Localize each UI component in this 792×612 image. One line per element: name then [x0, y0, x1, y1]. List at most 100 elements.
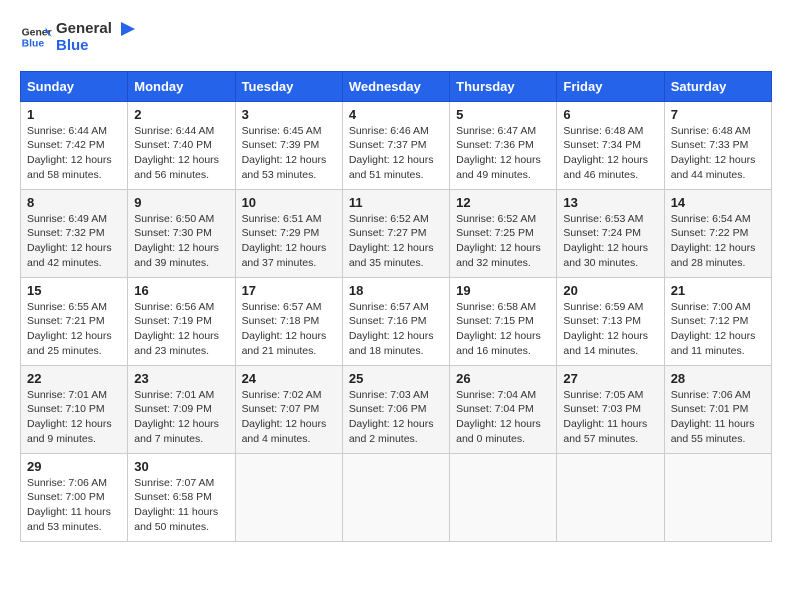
day-number: 28 [671, 371, 765, 386]
day-number: 4 [349, 107, 443, 122]
day-detail: Sunrise: 6:48 AM Sunset: 7:34 PM Dayligh… [563, 124, 657, 183]
day-cell [342, 453, 449, 541]
day-detail: Sunrise: 7:03 AM Sunset: 7:06 PM Dayligh… [349, 388, 443, 447]
day-detail: Sunrise: 7:06 AM Sunset: 7:01 PM Dayligh… [671, 388, 765, 447]
day-detail: Sunrise: 6:53 AM Sunset: 7:24 PM Dayligh… [563, 212, 657, 271]
day-cell: 20 Sunrise: 6:59 AM Sunset: 7:13 PM Dayli… [557, 277, 664, 365]
day-cell: 4 Sunrise: 6:46 AM Sunset: 7:37 PM Daylig… [342, 101, 449, 189]
week-row-2: 8 Sunrise: 6:49 AM Sunset: 7:32 PM Daylig… [21, 189, 772, 277]
logo-blue-text: Blue [56, 38, 136, 55]
day-cell: 23Sunrise: 7:01 AM Sunset: 7:09 PM Dayli… [128, 365, 235, 453]
day-detail: Sunrise: 7:07 AM Sunset: 6:58 PM Dayligh… [134, 476, 228, 535]
day-cell [664, 453, 771, 541]
day-number: 30 [134, 459, 228, 474]
day-detail: Sunrise: 6:54 AM Sunset: 7:22 PM Dayligh… [671, 212, 765, 271]
logo-triangle-icon [117, 20, 135, 38]
day-number: 15 [27, 283, 121, 298]
header: General Blue General Blue [20, 20, 772, 55]
day-detail: Sunrise: 7:06 AM Sunset: 7:00 PM Dayligh… [27, 476, 121, 535]
day-number: 26 [456, 371, 550, 386]
day-cell: 10 Sunrise: 6:51 AM Sunset: 7:29 PM Dayli… [235, 189, 342, 277]
column-header-thursday: Thursday [450, 71, 557, 101]
day-cell: 22 Sunrise: 7:01 AM Sunset: 7:10 PM Dayli… [21, 365, 128, 453]
day-number: 1 [27, 107, 121, 122]
day-cell: 29 Sunrise: 7:06 AM Sunset: 7:00 PM Dayli… [21, 453, 128, 541]
day-number: 11 [349, 195, 443, 210]
day-number: 18 [349, 283, 443, 298]
day-detail: Sunrise: 7:01 AM Sunset: 7:10 PM Dayligh… [27, 388, 121, 447]
day-detail: Sunrise: 6:52 AM Sunset: 7:25 PM Dayligh… [456, 212, 550, 271]
week-row-4: 22 Sunrise: 7:01 AM Sunset: 7:10 PM Dayli… [21, 365, 772, 453]
day-number: 27 [563, 371, 657, 386]
day-number: 20 [563, 283, 657, 298]
week-row-3: 15 Sunrise: 6:55 AM Sunset: 7:21 PM Dayli… [21, 277, 772, 365]
day-detail: Sunrise: 6:49 AM Sunset: 7:32 PM Dayligh… [27, 212, 121, 271]
day-detail: Sunrise: 7:05 AM Sunset: 7:03 PM Dayligh… [563, 388, 657, 447]
day-number: 17 [242, 283, 336, 298]
calendar-table: SundayMondayTuesdayWednesdayThursdayFrid… [20, 71, 772, 542]
day-detail: Sunrise: 7:02 AM Sunset: 7:07 PM Dayligh… [242, 388, 336, 447]
day-number: 22 [27, 371, 121, 386]
day-cell: 1 Sunrise: 6:44 AM Sunset: 7:42 PM Daylig… [21, 101, 128, 189]
day-cell [557, 453, 664, 541]
day-number: 25 [349, 371, 443, 386]
day-cell: 3Sunrise: 6:45 AM Sunset: 7:39 PM Daylig… [235, 101, 342, 189]
day-detail: Sunrise: 6:46 AM Sunset: 7:37 PM Dayligh… [349, 124, 443, 183]
day-detail: Sunrise: 6:48 AM Sunset: 7:33 PM Dayligh… [671, 124, 765, 183]
day-cell: 8 Sunrise: 6:49 AM Sunset: 7:32 PM Daylig… [21, 189, 128, 277]
day-number: 9 [134, 195, 228, 210]
day-cell: 13Sunrise: 6:53 AM Sunset: 7:24 PM Dayli… [557, 189, 664, 277]
day-number: 14 [671, 195, 765, 210]
day-detail: Sunrise: 6:44 AM Sunset: 7:42 PM Dayligh… [27, 124, 121, 183]
day-cell: 6 Sunrise: 6:48 AM Sunset: 7:34 PM Daylig… [557, 101, 664, 189]
day-detail: Sunrise: 6:59 AM Sunset: 7:13 PM Dayligh… [563, 300, 657, 359]
day-cell: 27 Sunrise: 7:05 AM Sunset: 7:03 PM Dayli… [557, 365, 664, 453]
day-number: 19 [456, 283, 550, 298]
week-row-5: 29 Sunrise: 7:06 AM Sunset: 7:00 PM Dayli… [21, 453, 772, 541]
column-header-wednesday: Wednesday [342, 71, 449, 101]
day-detail: Sunrise: 6:57 AM Sunset: 7:16 PM Dayligh… [349, 300, 443, 359]
day-cell: 17 Sunrise: 6:57 AM Sunset: 7:18 PM Dayli… [235, 277, 342, 365]
day-cell: 16Sunrise: 6:56 AM Sunset: 7:19 PM Dayli… [128, 277, 235, 365]
day-number: 16 [134, 283, 228, 298]
day-detail: Sunrise: 7:01 AM Sunset: 7:09 PM Dayligh… [134, 388, 228, 447]
column-header-sunday: Sunday [21, 71, 128, 101]
day-detail: Sunrise: 6:47 AM Sunset: 7:36 PM Dayligh… [456, 124, 550, 183]
column-header-saturday: Saturday [664, 71, 771, 101]
day-detail: Sunrise: 7:00 AM Sunset: 7:12 PM Dayligh… [671, 300, 765, 359]
day-detail: Sunrise: 6:55 AM Sunset: 7:21 PM Dayligh… [27, 300, 121, 359]
day-cell: 11Sunrise: 6:52 AM Sunset: 7:27 PM Dayli… [342, 189, 449, 277]
day-cell: 12 Sunrise: 6:52 AM Sunset: 7:25 PM Dayli… [450, 189, 557, 277]
day-cell: 28 Sunrise: 7:06 AM Sunset: 7:01 PM Dayli… [664, 365, 771, 453]
day-cell: 9Sunrise: 6:50 AM Sunset: 7:30 PM Daylig… [128, 189, 235, 277]
day-number: 3 [242, 107, 336, 122]
day-cell: 19Sunrise: 6:58 AM Sunset: 7:15 PM Dayli… [450, 277, 557, 365]
day-cell: 18 Sunrise: 6:57 AM Sunset: 7:16 PM Dayli… [342, 277, 449, 365]
day-number: 12 [456, 195, 550, 210]
day-cell: 26Sunrise: 7:04 AM Sunset: 7:04 PM Dayli… [450, 365, 557, 453]
day-cell: 15 Sunrise: 6:55 AM Sunset: 7:21 PM Dayli… [21, 277, 128, 365]
day-number: 5 [456, 107, 550, 122]
week-row-1: 1 Sunrise: 6:44 AM Sunset: 7:42 PM Daylig… [21, 101, 772, 189]
day-cell [235, 453, 342, 541]
day-detail: Sunrise: 6:57 AM Sunset: 7:18 PM Dayligh… [242, 300, 336, 359]
day-number: 2 [134, 107, 228, 122]
logo-general-text: General [56, 20, 112, 37]
day-detail: Sunrise: 6:51 AM Sunset: 7:29 PM Dayligh… [242, 212, 336, 271]
day-cell: 25 Sunrise: 7:03 AM Sunset: 7:06 PM Dayli… [342, 365, 449, 453]
day-cell: 7Sunrise: 6:48 AM Sunset: 7:33 PM Daylig… [664, 101, 771, 189]
day-cell: 21 Sunrise: 7:00 AM Sunset: 7:12 PM Dayli… [664, 277, 771, 365]
day-number: 29 [27, 459, 121, 474]
header-row: SundayMondayTuesdayWednesdayThursdayFrid… [21, 71, 772, 101]
day-cell [450, 453, 557, 541]
day-number: 21 [671, 283, 765, 298]
day-number: 8 [27, 195, 121, 210]
day-number: 10 [242, 195, 336, 210]
day-detail: Sunrise: 6:44 AM Sunset: 7:40 PM Dayligh… [134, 124, 228, 183]
day-number: 6 [563, 107, 657, 122]
day-cell: 5 Sunrise: 6:47 AM Sunset: 7:36 PM Daylig… [450, 101, 557, 189]
column-header-monday: Monday [128, 71, 235, 101]
logo-icon: General Blue [20, 21, 52, 53]
day-cell: 30 Sunrise: 7:07 AM Sunset: 6:58 PM Dayli… [128, 453, 235, 541]
svg-text:Blue: Blue [22, 39, 45, 50]
